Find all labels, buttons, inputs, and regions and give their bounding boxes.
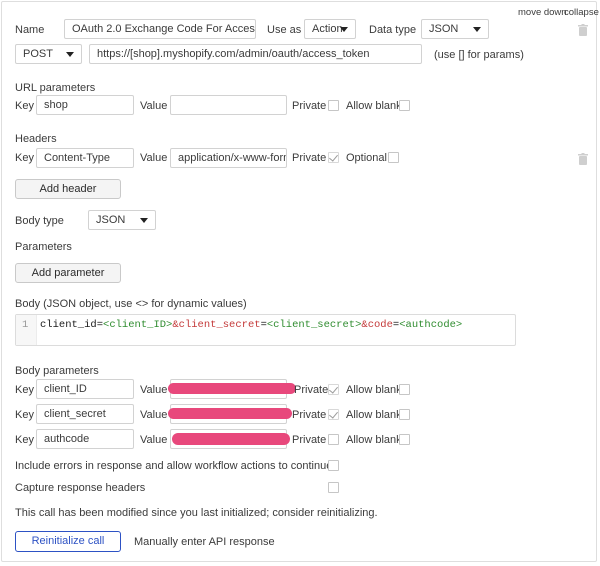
code-token: <authcode> [399, 319, 463, 331]
use-as-value: Action [312, 23, 343, 35]
checkmark-icon [329, 384, 338, 394]
url-param-value-label: Value [140, 100, 168, 112]
url-param-key-input[interactable]: shop [36, 95, 134, 115]
data-type-label: Data type [369, 24, 417, 36]
capture-headers-label: Capture response headers [15, 482, 146, 494]
code-token: &code [361, 319, 393, 331]
header-key-label: Key [15, 152, 34, 164]
chevron-down-icon [140, 218, 148, 223]
code-token: <client_secret> [266, 319, 362, 331]
url-param-private-label: Private [292, 100, 327, 112]
header-private-label: Private [292, 152, 327, 164]
header-key-input[interactable]: Content-Type [36, 148, 134, 168]
move-down-link[interactable]: move down [518, 6, 567, 20]
method-value: POST [23, 48, 53, 60]
body-param-key-label: Key [15, 384, 34, 396]
body-title: Body (JSON object, use <> for dynamic va… [15, 298, 247, 310]
url-hint: (use [] for params) [434, 49, 524, 61]
url-param-private-checkbox[interactable] [328, 100, 339, 111]
include-errors-checkbox[interactable] [328, 460, 339, 471]
body-param-allow-blank-checkbox[interactable] [399, 409, 410, 420]
url-param-key-label: Key [15, 100, 34, 112]
code-line: client_id=<client_ID>&client_secret=<cli… [40, 319, 462, 331]
body-param-allow-blank-label: Allow blank [346, 434, 402, 446]
body-param-allow-blank-checkbox[interactable] [399, 434, 410, 445]
body-param-key-input[interactable]: client_secret [36, 404, 134, 424]
use-as-dropdown[interactable]: Action [304, 19, 356, 39]
parameters-title: Parameters [15, 241, 72, 253]
header-private-checkbox[interactable] [328, 152, 339, 163]
body-param-private-checkbox[interactable] [328, 409, 339, 420]
headers-title: Headers [15, 133, 57, 145]
collapse-link[interactable]: collapse [564, 6, 599, 20]
body-param-key-input[interactable]: client_ID [36, 379, 134, 399]
header-optional-checkbox[interactable] [388, 152, 399, 163]
body-param-allow-blank-label: Allow blank [346, 409, 402, 421]
header-value-input[interactable]: application/x-www-form- [170, 148, 287, 168]
line-number: 1 [22, 319, 29, 331]
checkmark-icon [329, 152, 338, 162]
data-type-value: JSON [429, 23, 459, 35]
redaction-mark [172, 433, 290, 445]
redaction-mark [168, 383, 296, 394]
capture-headers-checkbox[interactable] [328, 482, 339, 493]
body-param-allow-blank-label: Allow blank [346, 384, 402, 396]
trash-icon[interactable] [578, 24, 588, 36]
body-param-private-label: Private [292, 434, 327, 446]
code-token: client_id [40, 319, 97, 331]
body-param-key-label: Key [15, 434, 34, 446]
header-value-label: Value [140, 152, 168, 164]
add-header-button[interactable]: Add header [15, 179, 121, 199]
url-param-allow-blank-label: Allow blank [346, 100, 402, 112]
body-parameters-title: Body parameters [15, 365, 99, 377]
api-call-panel: move down collapse Name OAuth 2.0 Exchan… [1, 1, 599, 562]
body-param-value-label: Value [140, 409, 168, 421]
url-parameters-title: URL parameters [15, 82, 96, 94]
data-type-dropdown[interactable]: JSON [421, 19, 489, 39]
url-param-value-input[interactable] [170, 95, 287, 115]
body-param-private-checkbox[interactable] [328, 434, 339, 445]
header-optional-label: Optional [346, 152, 387, 164]
body-param-key-label: Key [15, 409, 34, 421]
name-input[interactable]: OAuth 2.0 Exchange Code For Access Toke [64, 19, 256, 39]
chevron-down-icon [473, 27, 481, 32]
checkmark-icon [329, 409, 338, 419]
body-code-editor[interactable]: 1 client_id=<client_ID>&client_secret=<c… [15, 314, 516, 346]
body-param-value-label: Value [140, 434, 168, 446]
body-type-value: JSON [96, 214, 126, 226]
body-param-value-label: Value [140, 384, 168, 396]
body-param-key-input[interactable]: authcode [36, 429, 134, 449]
manual-api-response-link[interactable]: Manually enter API response [134, 535, 275, 549]
reinitialize-call-button[interactable]: Reinitialize call [15, 531, 121, 552]
body-param-private-checkbox[interactable] [328, 384, 339, 395]
chevron-down-icon [340, 27, 348, 32]
redaction-mark [168, 408, 292, 419]
code-token: <client_ID> [103, 319, 173, 331]
status-message: This call has been modified since you la… [15, 507, 378, 519]
url-param-allow-blank-checkbox[interactable] [399, 100, 410, 111]
method-dropdown[interactable]: POST [15, 44, 82, 64]
code-token: &client_secret [172, 319, 261, 331]
chevron-down-icon [66, 52, 74, 57]
body-type-dropdown[interactable]: JSON [88, 210, 156, 230]
use-as-label: Use as [267, 24, 302, 36]
name-label: Name [15, 24, 45, 36]
body-param-private-label: Private [294, 384, 329, 396]
trash-icon[interactable] [578, 153, 588, 165]
include-errors-label: Include errors in response and allow wor… [15, 460, 333, 472]
body-param-allow-blank-checkbox[interactable] [399, 384, 410, 395]
url-input[interactable]: https://[shop].myshopify.com/admin/oauth… [89, 44, 422, 64]
add-parameter-button[interactable]: Add parameter [15, 263, 121, 283]
body-type-label: Body type [15, 215, 64, 227]
body-param-private-label: Private [292, 409, 327, 421]
